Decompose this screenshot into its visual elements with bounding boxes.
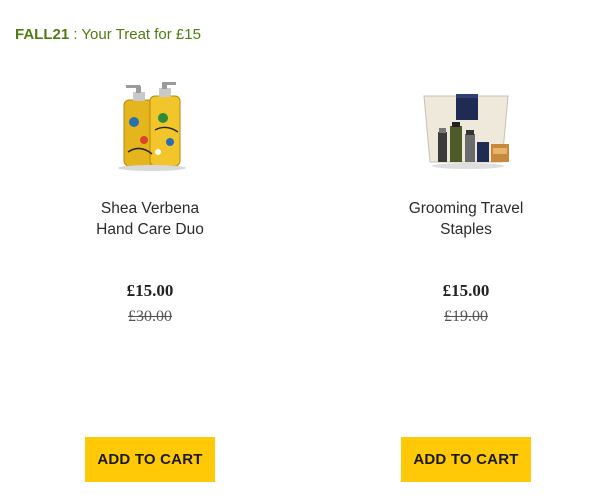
original-price: £30.00 bbox=[128, 308, 172, 325]
sale-price: £15.00 bbox=[126, 281, 174, 300]
offer-page: FALL21 : Your Treat for £15 Shea Verbena… bbox=[0, 0, 600, 500]
product-name-line: Staples bbox=[440, 221, 492, 238]
original-price: £19.00 bbox=[444, 308, 488, 325]
add-to-cart-button[interactable]: ADD TO CART bbox=[401, 437, 531, 482]
product-name[interactable]: Shea Verbena Hand Care Duo bbox=[25, 198, 275, 240]
product-card-shea-verbena: Shea Verbena Hand Care Duo £15.00 £30.00… bbox=[25, 0, 275, 500]
sale-price: £15.00 bbox=[442, 281, 490, 300]
hand-care-duo-image[interactable] bbox=[100, 82, 200, 172]
product-name-line: Hand Care Duo bbox=[96, 221, 204, 238]
product-name-line: Shea Verbena bbox=[100, 200, 200, 217]
product-name-line: Grooming Travel bbox=[408, 200, 524, 217]
product-name[interactable]: Grooming Travel Staples bbox=[341, 198, 591, 240]
product-card-grooming-travel: Grooming Travel Staples £15.00 £19.00 AD… bbox=[341, 0, 591, 500]
grooming-travel-kit-image[interactable] bbox=[416, 82, 516, 172]
add-to-cart-button[interactable]: ADD TO CART bbox=[85, 437, 215, 482]
